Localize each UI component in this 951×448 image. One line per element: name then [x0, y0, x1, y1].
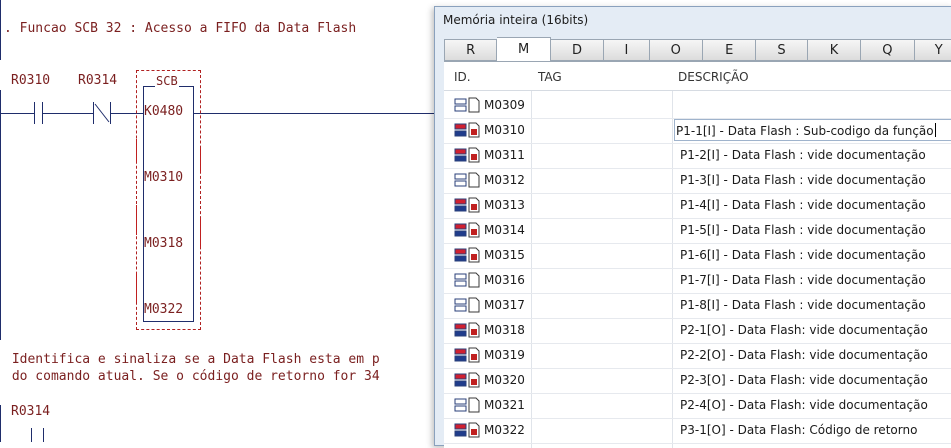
cell-id: M0316: [484, 273, 525, 287]
window-title: Memória inteira (16bits): [443, 13, 589, 27]
memory-empty-icon: [454, 297, 480, 313]
contact-no[interactable]: [31, 428, 32, 442]
cell-id: M0319: [484, 348, 525, 362]
memory-used-icon: [454, 347, 480, 363]
rung-wire: [194, 113, 434, 114]
memory-used-icon: [454, 322, 480, 338]
memory-used-icon: [454, 372, 480, 388]
ladder-comment: . Funcao SCB 32 : Acesso a FIFO da Data …: [4, 21, 357, 36]
cell-description[interactable]: P2-4[O] - Data Flash: vide documentação: [680, 398, 928, 412]
cell-description[interactable]: P1-5[I] - Data Flash : vide documentação: [680, 223, 926, 237]
left-power-rail: [0, 90, 1, 340]
cell-description[interactable]: P1-6[I] - Data Flash : vide documentação: [680, 248, 926, 262]
cell-description[interactable]: P1-3[I] - Data Flash : vide documentação: [680, 173, 926, 187]
table-row[interactable]: M0315 P1-6[I] - Data Flash : vide documen…: [444, 243, 951, 269]
left-power-rail: [0, 0, 1, 60]
cell-id: M0321: [484, 398, 525, 412]
scb-param-3: M0318: [144, 236, 184, 251]
tab-m[interactable]: M: [497, 37, 551, 61]
table-row[interactable]: M0321 P2-4[O] - Data Flash: vide document…: [444, 393, 951, 419]
memory-used-icon: [454, 222, 480, 238]
left-power-rail: [0, 405, 1, 442]
memory-empty-icon: [454, 97, 480, 113]
cell-id: M0315: [484, 248, 525, 262]
tab-q[interactable]: Q: [861, 39, 915, 61]
contact-label: R0314: [11, 404, 51, 419]
contact-label: R0310: [11, 73, 51, 88]
cell-id: M0309: [484, 98, 525, 112]
memory-empty-icon: [454, 172, 480, 188]
cell-description[interactable]: P2-2[O] - Data Flash: vide documentação: [680, 348, 928, 362]
tab-y[interactable]: Y: [914, 39, 951, 61]
memory-window[interactable]: Memória inteira (16bits) R M D I O E S K…: [434, 6, 951, 448]
contact-label: R0314: [78, 73, 118, 88]
table-row[interactable]: M0311 P1-2[I] - Data Flash : vide documen…: [444, 143, 951, 169]
contact-nc-slash: [94, 103, 110, 123]
memory-used-icon: [454, 147, 480, 163]
cell-description[interactable]: P1-7[I] - Data Flash : vide documentação: [680, 273, 926, 287]
memory-used-icon: [454, 197, 480, 213]
cell-description[interactable]: P3-1[O] - Data Flash: Código de retorno: [680, 423, 917, 437]
column-header-id[interactable]: ID.: [454, 70, 471, 84]
cell-id: M0312: [484, 173, 525, 187]
rung-wire: [0, 113, 34, 114]
table-row[interactable]: M0309: [444, 93, 951, 119]
scb-block[interactable]: [136, 86, 194, 322]
cell-id: M0311: [484, 148, 525, 162]
table-row[interactable]: M0318 P2-1[O] - Data Flash: vide document…: [444, 318, 951, 344]
tab-e[interactable]: E: [702, 39, 757, 61]
tab-o[interactable]: O: [649, 39, 703, 61]
cell-id: M0320: [484, 373, 525, 387]
table-row[interactable]: M0313 P1-4[I] - Data Flash : vide documen…: [444, 193, 951, 219]
cell-description[interactable]: P1-8[I] - Data Flash : vide documentação: [680, 298, 926, 312]
cell-id: M0317: [484, 298, 525, 312]
table-row[interactable]: M0310 P1-1[I] - Data Flash : Sub-codigo d…: [444, 118, 951, 144]
ladder-comment: Identifica e sinaliza se a Data Flash es…: [4, 352, 380, 367]
memory-table[interactable]: ID. TAG DESCRIÇÃO M0309 M0310 P1-1[I] - Da…: [444, 61, 951, 448]
cell-description[interactable]: P1-4[I] - Data Flash : vide documentação: [680, 198, 926, 212]
table-row[interactable]: M0317 P1-8[I] - Data Flash : vide documen…: [444, 293, 951, 319]
table-row[interactable]: M0322 P3-1[O] - Data Flash: Código de ret…: [444, 418, 951, 444]
table-row[interactable]: M0314 P1-5[I] - Data Flash : vide documen…: [444, 218, 951, 244]
scb-output-marker: [200, 218, 201, 248]
cell-description[interactable]: P1-2[I] - Data Flash : vide documentação: [680, 148, 926, 162]
contact-no[interactable]: [34, 102, 35, 124]
table-row[interactable]: M0320 P2-3[O] - Data Flash: vide document…: [444, 368, 951, 394]
memory-empty-icon: [454, 397, 480, 413]
cell-description[interactable]: P2-1[O] - Data Flash: vide documentação: [680, 323, 928, 337]
cell-description[interactable]: P2-3[O] - Data Flash: vide documentação: [680, 373, 928, 387]
scb-param-1: K0480: [144, 104, 184, 119]
tab-r[interactable]: R: [444, 39, 498, 61]
memory-used-icon: [454, 247, 480, 263]
text-cursor: [934, 123, 936, 137]
column-header-tag[interactable]: TAG: [538, 70, 562, 84]
table-row[interactable]: M0312 P1-3[I] - Data Flash : vide documen…: [444, 168, 951, 194]
memory-empty-icon: [454, 272, 480, 288]
scb-block-title: SCB: [155, 74, 179, 88]
table-row[interactable]: M0319 P2-2[O] - Data Flash: vide document…: [444, 343, 951, 369]
tab-i[interactable]: I: [604, 39, 650, 61]
tab-d[interactable]: D: [550, 39, 605, 61]
cell-id: M0322: [484, 423, 525, 437]
cell-description[interactable]: P1-1[I] - Data Flash : Sub-codigo da fun…: [676, 123, 936, 138]
column-header-description[interactable]: DESCRIÇÃO: [678, 70, 749, 84]
cell-id: M0318: [484, 323, 525, 337]
table-header: ID. TAG DESCRIÇÃO: [444, 62, 951, 91]
cell-id: M0313: [484, 198, 525, 212]
cell-id: M0314: [484, 223, 525, 237]
contact-no[interactable]: [43, 428, 44, 442]
ladder-comment: do comando atual. Se o código de retorno…: [4, 369, 380, 384]
rung-wire: [43, 113, 93, 114]
memory-used-icon: [454, 122, 480, 138]
memory-used-icon: [454, 422, 480, 438]
tab-k[interactable]: K: [807, 39, 862, 61]
scb-param-4: M0322: [144, 302, 184, 317]
memory-type-tabs: R M D I O E S K Q Y: [444, 37, 951, 61]
tab-s[interactable]: S: [756, 39, 808, 61]
scb-param-2: M0310: [144, 170, 184, 185]
table-row[interactable]: M0316 P1-7[I] - Data Flash : vide documen…: [444, 268, 951, 294]
scb-output-marker: [200, 148, 201, 172]
cell-id: M0310: [484, 123, 525, 137]
